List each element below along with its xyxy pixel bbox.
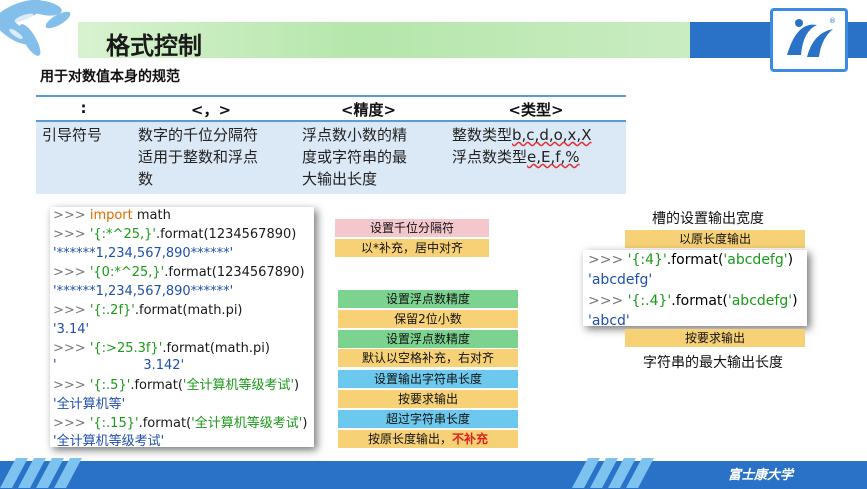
right-panel-caption: 字符串的最大输出长度 — [643, 355, 783, 371]
table-header-precision: <精度> — [340, 101, 397, 119]
code-line-thousands-indexed: >>> '{0:*^25,}'.format(1234567890) — [53, 265, 305, 280]
code-line-str15: >>> '{:.15}'.format('全计算机等级考试') — [53, 416, 308, 431]
right-code-line-width4: >>> '{:4}'.format('abcdefg') — [588, 252, 794, 268]
code-line-2f: >>> '{:.2f}'.format(math.pi) — [53, 303, 243, 318]
table-cell-type-desc: 整数类型b,c,d,o,x,X 浮点数类型e,E,f,% — [452, 126, 592, 166]
page-title: 格式控制 — [106, 32, 202, 60]
table-cell-comma-desc: 数字的千位分隔符 适用于整数和浮点数 — [138, 126, 259, 188]
code-line-import: >>> import math — [53, 208, 171, 223]
label-exceed-string-length: 超过字符串长度 — [338, 410, 518, 428]
label-output-as-required: 按要求输出 — [338, 390, 518, 408]
label-set-string-length: 设置输出字符串长度 — [338, 370, 518, 388]
right-panel-title: 槽的设置输出宽度 — [652, 211, 764, 227]
label-set-precision-2: 设置浮点数精度 — [338, 330, 518, 348]
code-output-str5: '全计算机等' — [53, 397, 126, 412]
logo-icon: ® — [787, 17, 836, 57]
label-original-length-output: 以原长度输出 — [625, 230, 805, 248]
svg-text:®: ® — [829, 17, 836, 25]
label-as-required-right: 按要求输出 — [625, 329, 805, 347]
page-subtitle: 用于对数值本身的规范 — [40, 69, 180, 85]
code-line-thousands: >>> '{:*^25,}'.format(1234567890) — [53, 227, 297, 242]
label-set-precision-1: 设置浮点数精度 — [338, 290, 518, 308]
right-code-output-width4: 'abcdefg' — [588, 272, 653, 288]
label-original-length-no-pad: 按原长度输出，不补充 — [338, 430, 518, 448]
table-header-type: <类型> — [508, 101, 564, 119]
right-code-line-precision4: >>> '{:.4}'.format('abcdefg') — [588, 293, 798, 309]
label-default-space-right: 默认以空格补充，右对齐 — [338, 349, 518, 367]
code-output-thousands: '******1,234,567,890******' — [53, 246, 234, 261]
code-output-thousands-indexed: '******1,234,567,890******' — [53, 284, 234, 299]
label-thousands-separator: 设置千位分隔符 — [335, 219, 489, 237]
right-code-output-precision4: 'abcd' — [588, 313, 630, 329]
label-star-center: 以*补充，居中对齐 — [335, 239, 489, 257]
table-cell-precision-desc: 浮点数小数的精 度或字符串的最 大输出长度 — [302, 126, 408, 188]
label-keep-2-decimals: 保留2位小数 — [338, 310, 518, 328]
code-output-right-align: ' 3.142' — [53, 358, 185, 373]
code-output-2f: '3.14' — [53, 322, 90, 337]
footer-university-name: 富士康大学 — [728, 468, 794, 483]
table-header-comma: <，> — [190, 101, 232, 119]
table-cell-lead-symbol: 引导符号 — [42, 126, 103, 144]
university-logo: ® — [770, 8, 848, 72]
code-line-str5: >>> '{:.5}'.format('全计算机等级考试') — [53, 378, 300, 393]
table-header-colon: : — [80, 99, 87, 117]
code-output-str15: '全计算机等级考试' — [53, 434, 165, 449]
